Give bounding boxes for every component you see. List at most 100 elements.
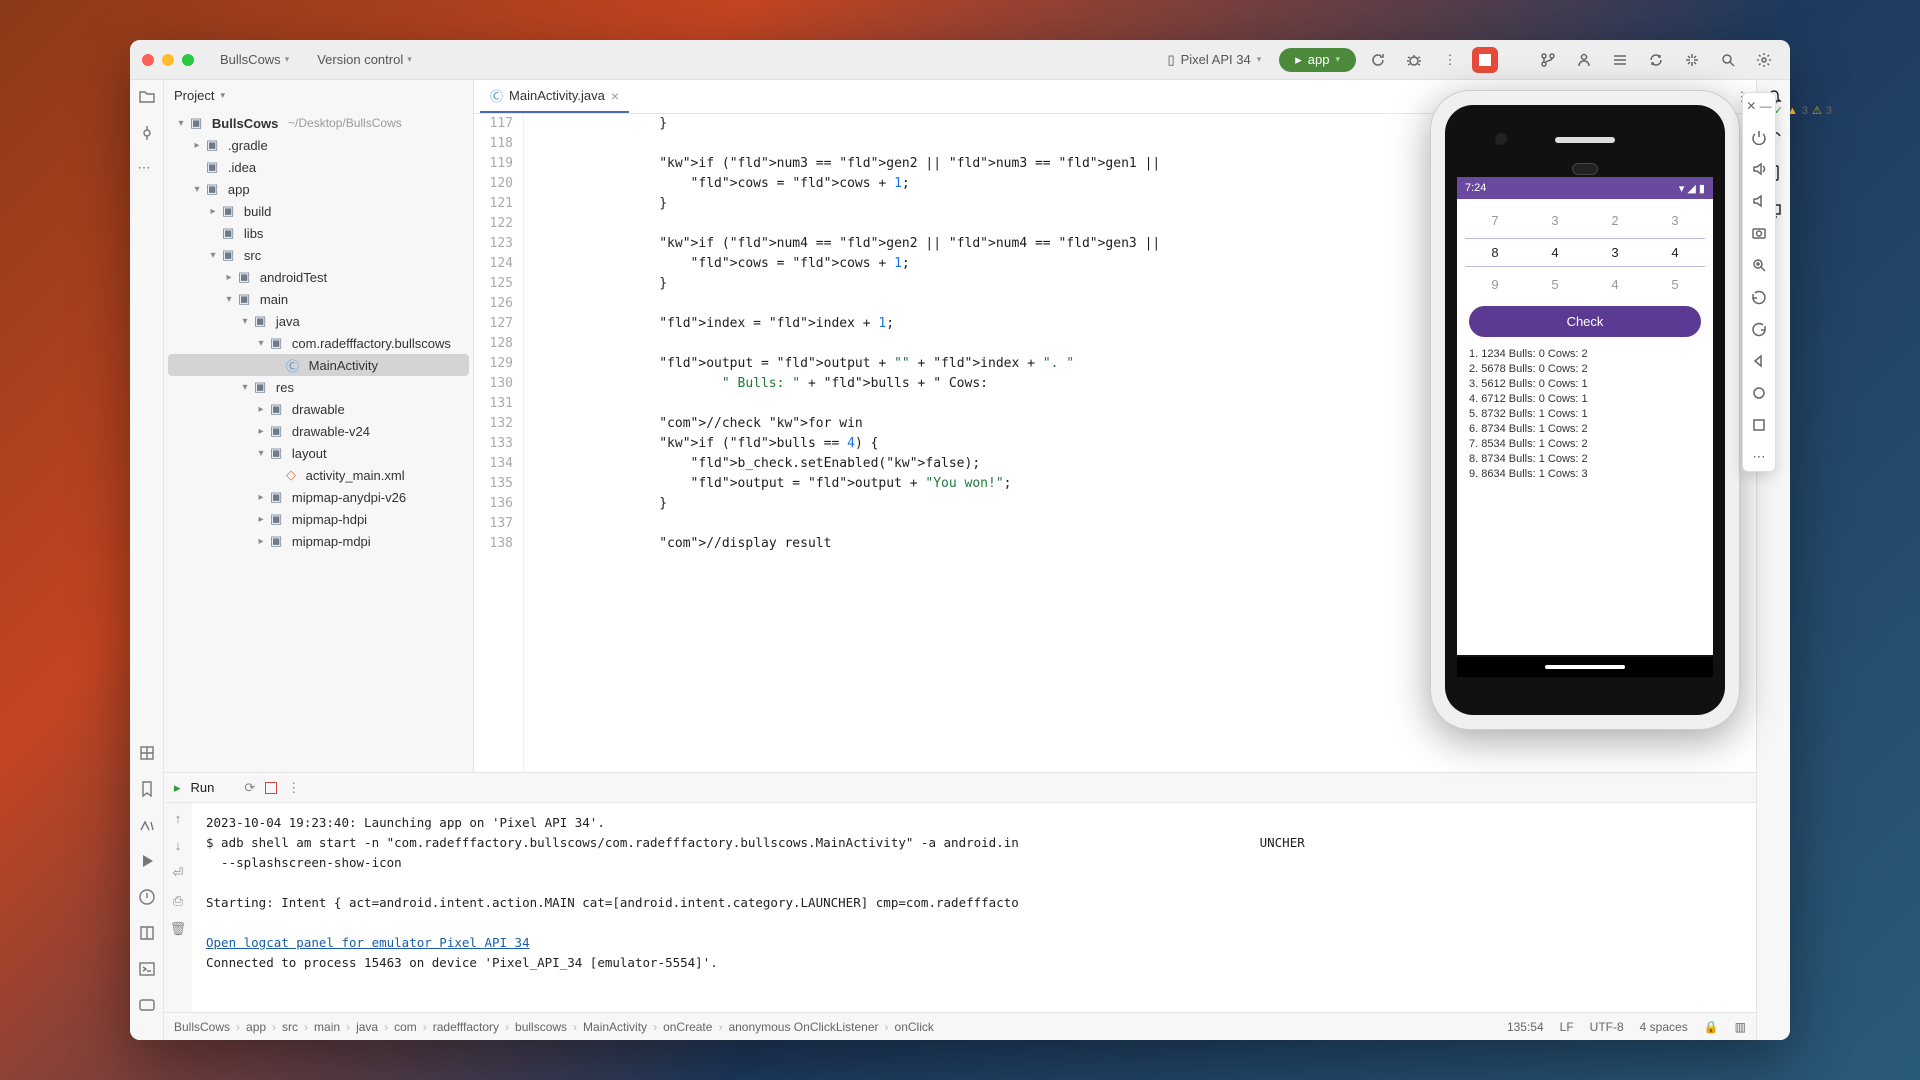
stop-run-icon[interactable] [265,782,277,794]
vcs-tool-icon[interactable] [138,996,156,1014]
run-tool-icon[interactable] [138,852,156,870]
problems-tool-icon[interactable] [138,888,156,906]
indent-info[interactable]: 4 spaces [1640,1020,1688,1034]
tree-node[interactable]: ▾▣ app [168,178,469,200]
close-emulator-icon[interactable]: ✕ — [1746,99,1771,113]
updates-icon[interactable] [1606,46,1634,74]
device-selector[interactable]: ▯ Pixel API 34 ▾ [1157,48,1271,72]
breadcrumb-item[interactable]: onClick [895,1020,934,1034]
commit-tool-icon[interactable] [138,124,156,142]
breadcrumb-item[interactable]: app [246,1020,266,1034]
breadcrumb-item[interactable]: radefffactory [433,1020,499,1034]
debug-button[interactable] [1400,46,1428,74]
close-tab-icon[interactable]: × [611,88,619,104]
logcat-link[interactable]: Open logcat panel for emulator Pixel API… [206,935,530,950]
structure-tool-icon[interactable] [138,744,156,762]
emulator-screen[interactable]: 7:24 ▾ ◢ ▮ 7323 8434 9545 Check 1. 1234 … [1457,177,1713,655]
build-tool-icon[interactable] [138,816,156,834]
project-tool-icon[interactable] [138,88,156,106]
print-icon[interactable]: ⎙ [173,893,183,909]
overview-icon[interactable] [1751,417,1767,433]
tree-node[interactable]: ▸▣ build [168,200,469,222]
trash-icon[interactable]: 🗑 [170,921,187,937]
tree-node[interactable]: ▾▣ main [168,288,469,310]
rotate-left-icon[interactable] [1751,289,1767,305]
tree-node[interactable]: ▾▣ java [168,310,469,332]
readonly-lock-icon[interactable]: 🔒 [1704,1020,1719,1034]
run-button[interactable]: ▸ app ▾ [1279,48,1356,72]
assistant-icon[interactable] [1678,46,1706,74]
volume-down-icon[interactable] [1751,193,1767,209]
picker-digit[interactable]: 8 [1491,245,1498,260]
editor-tab[interactable]: Ⓒ MainActivity.java × [480,80,629,113]
more-run-icon[interactable]: ⋮ [287,780,300,796]
tree-root[interactable]: ▾▣ BullsCows ~/Desktop/BullsCows [168,112,469,134]
git-icon-button[interactable] [1534,46,1562,74]
tree-node[interactable]: ▸▣ androidTest [168,266,469,288]
tree-node[interactable]: ▣ .idea [168,156,469,178]
more-icon[interactable]: ⋯ [1753,449,1766,465]
memory-indicator-icon[interactable]: ▥ [1735,1020,1746,1034]
terminal-tool-icon[interactable] [138,960,156,978]
logcat-tool-icon[interactable] [138,924,156,942]
screenshot-icon[interactable] [1751,225,1767,241]
menu-icon[interactable]: ⋯ [138,160,156,178]
tree-node[interactable]: ▸▣ mipmap-hdpi [168,508,469,530]
rerun-icon[interactable]: ⟳ [244,780,255,796]
more-run-button[interactable]: ⋮ [1436,46,1464,74]
project-panel-header[interactable]: Project ▾ [164,80,473,110]
tree-node[interactable]: ▸▣ mipmap-anydpi-v26 [168,486,469,508]
rotate-right-icon[interactable] [1751,321,1767,337]
search-everywhere-button[interactable] [1714,46,1742,74]
tree-node[interactable]: ▸▣ drawable [168,398,469,420]
inspection-badges[interactable]: ✓ ▲3 ⚠3 [1774,104,1832,117]
breadcrumb-item[interactable]: com [394,1020,417,1034]
console-output[interactable]: 2023-10-04 19:23:40: Launching app on 'P… [192,803,1756,1012]
down-icon[interactable]: ↓ [175,838,182,853]
up-icon[interactable]: ↑ [175,811,182,826]
tree-node[interactable]: ▸▣ .gradle [168,134,469,156]
picker-digit[interactable]: 3 [1611,245,1618,260]
code-with-me-icon[interactable] [1570,46,1598,74]
breadcrumb-item[interactable]: main [314,1020,340,1034]
picker-digit[interactable]: 4 [1551,245,1558,260]
close-icon[interactable] [142,54,154,66]
minimize-icon[interactable] [162,54,174,66]
restart-button[interactable] [1364,46,1392,74]
back-icon[interactable] [1751,353,1767,369]
breadcrumb-item[interactable]: MainActivity [583,1020,647,1034]
project-selector[interactable]: BullsCows ▾ [212,48,297,71]
file-encoding[interactable]: UTF-8 [1590,1020,1624,1034]
breadcrumb-item[interactable]: java [356,1020,378,1034]
picker-digit[interactable]: 4 [1671,245,1678,260]
zoom-icon[interactable] [182,54,194,66]
project-tree[interactable]: ▾▣ BullsCows ~/Desktop/BullsCows ▸▣ .gra… [164,110,473,772]
breadcrumb-item[interactable]: BullsCows [174,1020,230,1034]
tree-node[interactable]: ◇ activity_main.xml [168,464,469,486]
android-nav-bar[interactable] [1457,657,1713,677]
volume-up-icon[interactable] [1751,161,1767,177]
check-button[interactable]: Check [1469,306,1701,337]
version-control-selector[interactable]: Version control ▾ [309,48,420,71]
tree-node[interactable]: ▾▣ layout [168,442,469,464]
wrap-icon[interactable]: ⏎ [173,865,184,881]
tree-node[interactable]: ▾▣ src [168,244,469,266]
tree-node[interactable]: ▸▣ drawable-v24 [168,420,469,442]
breadcrumb-item[interactable]: anonymous OnClickListener [728,1020,878,1034]
tree-node[interactable]: ▣ libs [168,222,469,244]
tree-node-selected[interactable]: Ⓒ MainActivity [168,354,469,376]
sync-icon[interactable] [1642,46,1670,74]
tree-node[interactable]: ▾▣ com.radefffactory.bullscows [168,332,469,354]
breadcrumb[interactable]: BullsCows›app›src›main›java›com›radefffa… [174,1020,934,1034]
breadcrumb-item[interactable]: onCreate [663,1020,712,1034]
tree-node[interactable]: ▸▣ mipmap-mdpi [168,530,469,552]
breadcrumb-item[interactable]: bullscows [515,1020,567,1034]
breadcrumb-item[interactable]: src [282,1020,298,1034]
tree-node[interactable]: ▾▣ res [168,376,469,398]
bookmarks-tool-icon[interactable] [138,780,156,798]
stop-button[interactable] [1472,47,1498,73]
line-separator[interactable]: LF [1560,1020,1574,1034]
zoom-icon[interactable] [1751,257,1767,273]
power-icon[interactable] [1751,129,1767,145]
settings-button[interactable] [1750,46,1778,74]
